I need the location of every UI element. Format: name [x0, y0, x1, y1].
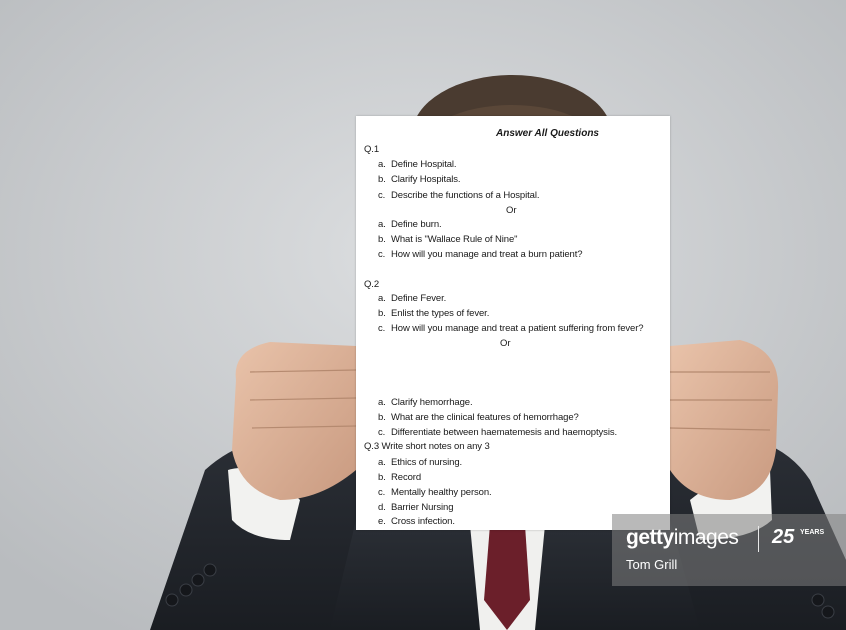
q2-alt-item-b: b. What are the clinical features of hemo… — [378, 412, 579, 423]
photographer-credit: Tom Grill — [626, 557, 678, 572]
q1-alt-item-a: a. Define burn. — [378, 219, 442, 230]
q1-item-a: a. Define Hospital. — [378, 159, 457, 170]
q1-item-b: b. Clarify Hospitals. — [378, 174, 461, 185]
q1-alt-item-b: b. What is "Wallace Rule of Nine" — [378, 234, 518, 245]
q2-item-c: c. How will you manage and treat a patien… — [378, 323, 644, 334]
getty-watermark: gettyimages 25 YEARS Tom Grill — [612, 514, 846, 586]
q3-item-c: c. Mentally healthy person. — [378, 487, 492, 498]
q1-or: Or — [506, 205, 517, 216]
getty-logo: gettyimages — [626, 526, 739, 549]
q3-item-a: a. Ethics of nursing. — [378, 457, 463, 468]
q1-alt-item-c: c. How will you manage and treat a burn p… — [378, 249, 583, 260]
q3-item-b: b. Record — [378, 472, 422, 483]
q2-alt-item-c: c. Differentiate between haematemesis and… — [378, 427, 618, 438]
anniversary-label: YEARS — [800, 529, 825, 536]
question-paper: Answer All Questions Q.1 a. Define Hospit… — [356, 116, 670, 530]
q2-item-a: a. Define Fever. — [378, 293, 447, 304]
q2-or: Or — [500, 338, 511, 349]
right-hand — [669, 340, 779, 500]
paper-title: Answer All Questions — [496, 128, 599, 139]
left-hand — [232, 342, 357, 500]
anniversary-number: 25 — [772, 526, 795, 548]
q2-item-b: b. Enlist the types of fever. — [378, 308, 490, 319]
q2-alt-item-a: a. Clarify hemorrhage. — [378, 397, 473, 408]
q3-label: Q.3 Write short notes on any 3 — [364, 441, 490, 452]
q1-label: Q.1 — [364, 144, 380, 155]
q3-item-e: e. Cross infection. — [378, 516, 455, 527]
watermark-divider — [758, 526, 759, 552]
q2-label: Q.2 — [364, 279, 380, 290]
q3-item-d: d. Barrier Nursing — [378, 502, 454, 513]
q1-item-c: c. Describe the functions of a Hospital. — [378, 190, 540, 201]
